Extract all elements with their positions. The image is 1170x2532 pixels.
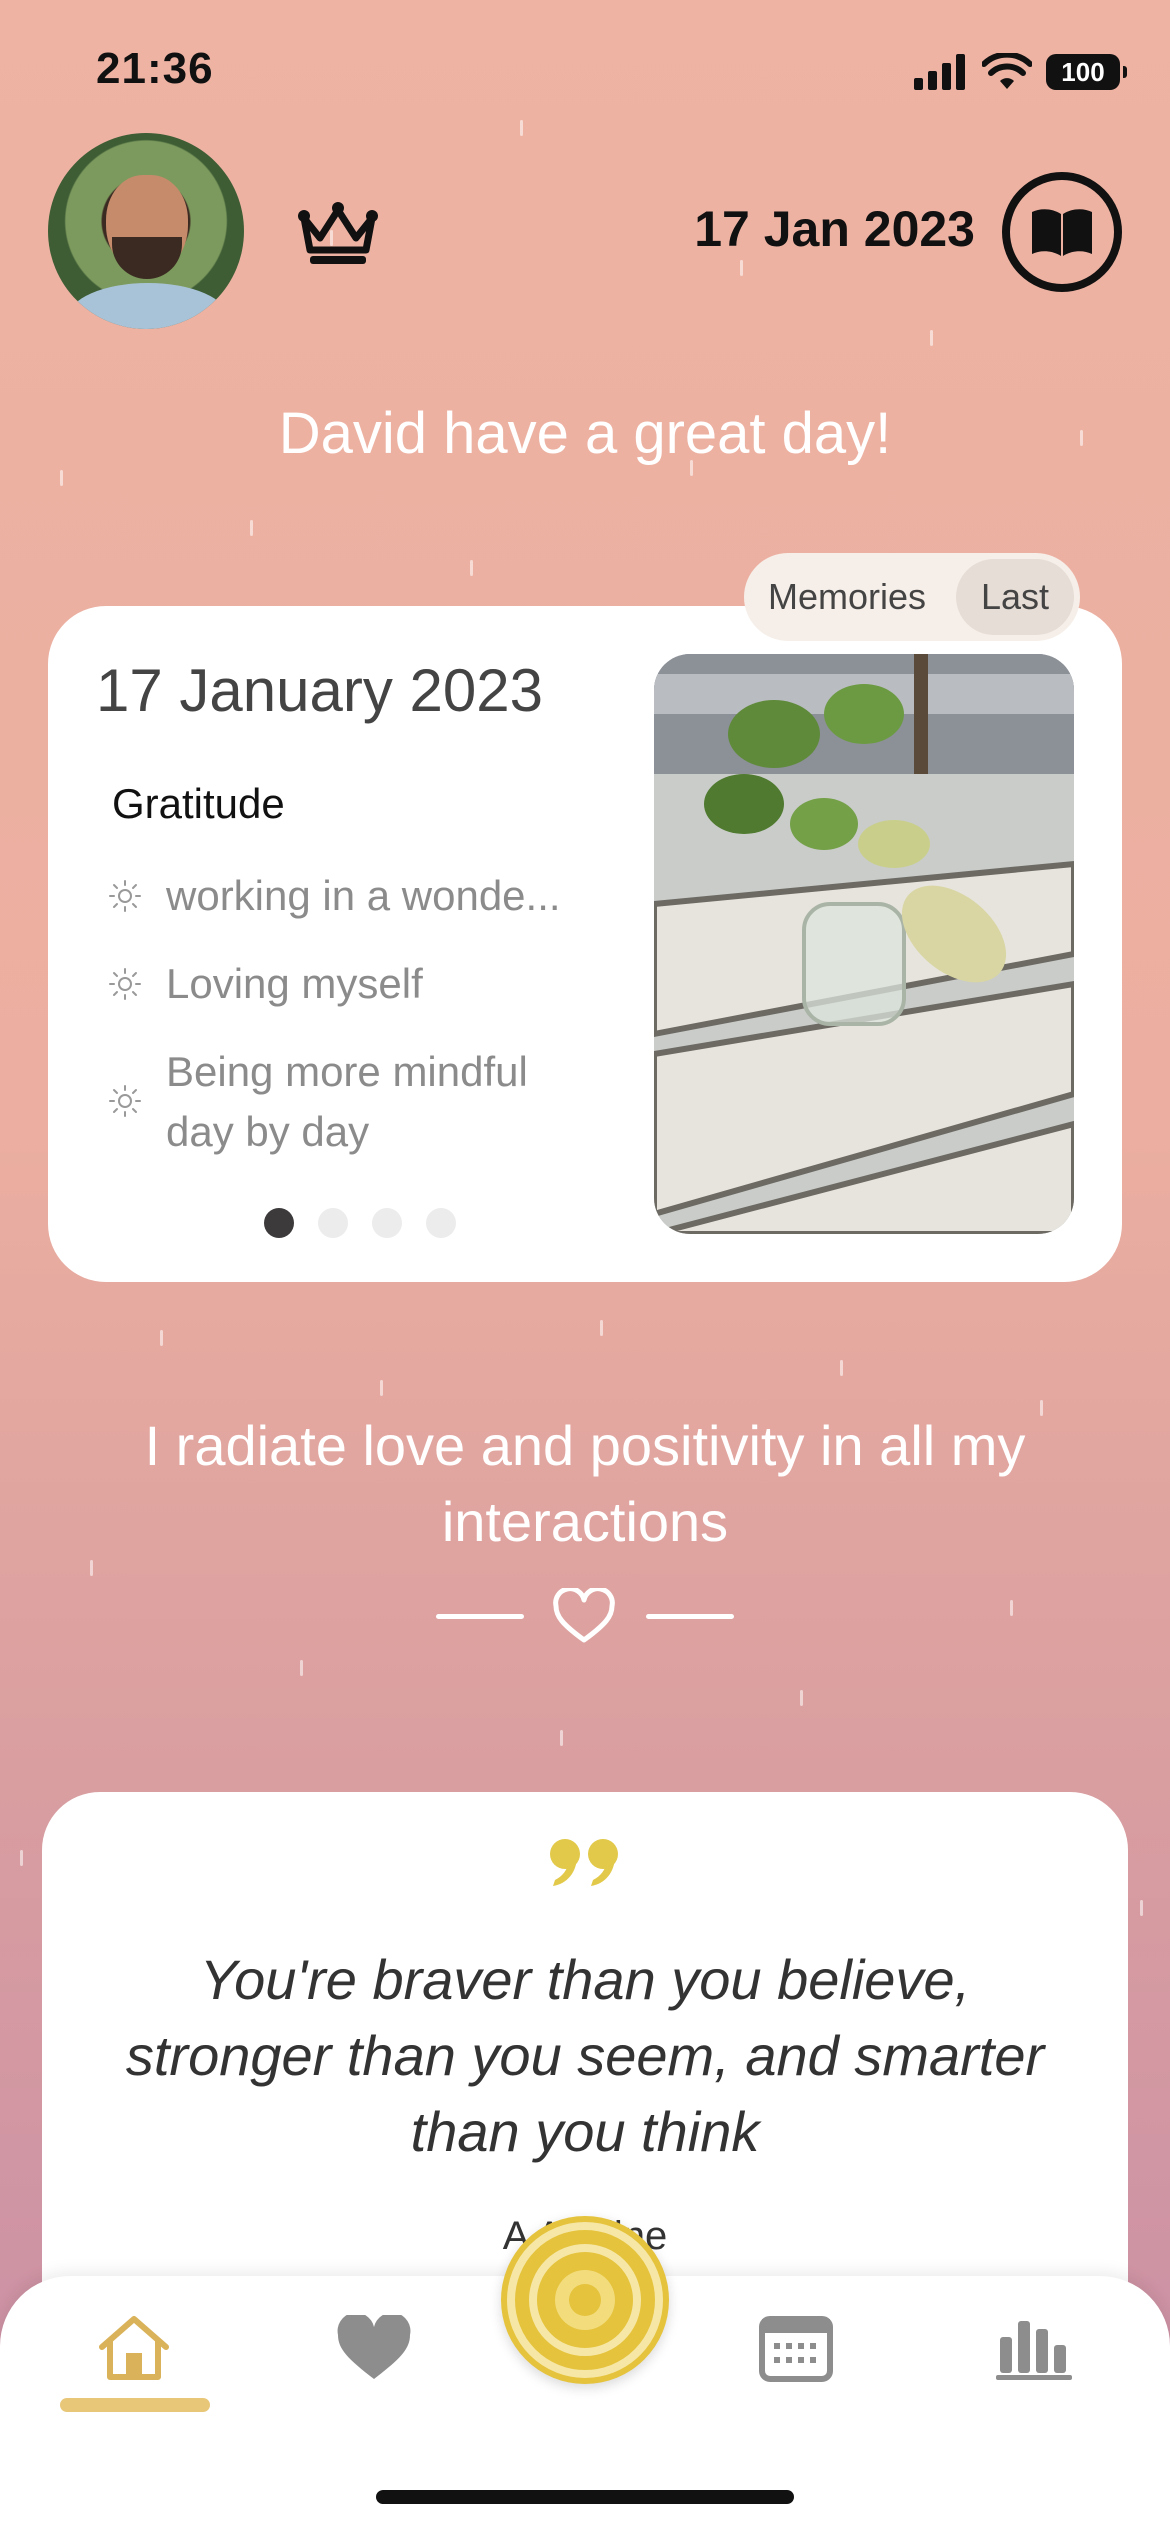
sun-icon — [109, 880, 141, 912]
greeting-text: David have a great day! — [278, 401, 892, 466]
page-dot-active[interactable] — [264, 1208, 294, 1238]
home-icon — [99, 2316, 169, 2380]
book-icon — [1032, 209, 1092, 256]
sun-icon — [109, 968, 141, 1000]
avatar[interactable] — [48, 133, 244, 329]
affirmation-text: I radiate love and positivity in all my … — [144, 1414, 1026, 1553]
calendar-icon — [759, 2316, 833, 2382]
target-icon — [507, 2222, 663, 2378]
quote-text: You're braver than you believe, stronger… — [125, 1948, 1045, 2163]
battery-indicator: 100 — [1046, 54, 1127, 90]
crown-icon[interactable] — [296, 200, 380, 271]
page-dot[interactable] — [318, 1208, 348, 1238]
journal-button[interactable] — [1002, 172, 1122, 292]
toggle-memories[interactable]: Memories — [744, 576, 958, 618]
sun-icon — [109, 1085, 141, 1117]
gratitude-item: Being more mindful day by day — [108, 1042, 588, 1162]
heart-icon — [337, 2315, 411, 2379]
tab-favorites[interactable] — [314, 2298, 434, 2398]
memories-toggle[interactable]: Memories Last — [744, 553, 1080, 641]
wifi-icon — [982, 53, 1032, 89]
memory-date: 17 January 2023 — [96, 657, 544, 724]
tab-calendar[interactable] — [736, 2298, 856, 2398]
page-indicator[interactable] — [264, 1208, 456, 1238]
status-time: 21:36 — [96, 44, 214, 93]
divider-right — [646, 1614, 734, 1619]
heart-outline-icon[interactable] — [552, 1586, 616, 1649]
active-tab-indicator — [60, 2398, 210, 2412]
tab-stats[interactable] — [974, 2298, 1094, 2398]
toggle-last[interactable]: Last — [956, 559, 1074, 635]
bar-chart-icon — [996, 2321, 1072, 2380]
memory-photo[interactable] — [654, 654, 1074, 1234]
page-dot[interactable] — [426, 1208, 456, 1238]
home-indicator — [376, 2490, 794, 2504]
signal-icon — [914, 54, 965, 90]
quote-icon — [0, 1838, 1170, 1893]
divider-left — [436, 1614, 524, 1619]
page-dot[interactable] — [372, 1208, 402, 1238]
header-date: 17 Jan 2023 — [694, 201, 975, 257]
memory-category: Gratitude — [112, 780, 285, 827]
add-entry-button[interactable] — [501, 2216, 669, 2384]
gratitude-item: Loving myself — [108, 954, 628, 1014]
tab-home[interactable] — [74, 2298, 194, 2398]
gratitude-item: working in a wonde... — [108, 866, 628, 926]
status-icons: 100 — [914, 50, 1127, 94]
